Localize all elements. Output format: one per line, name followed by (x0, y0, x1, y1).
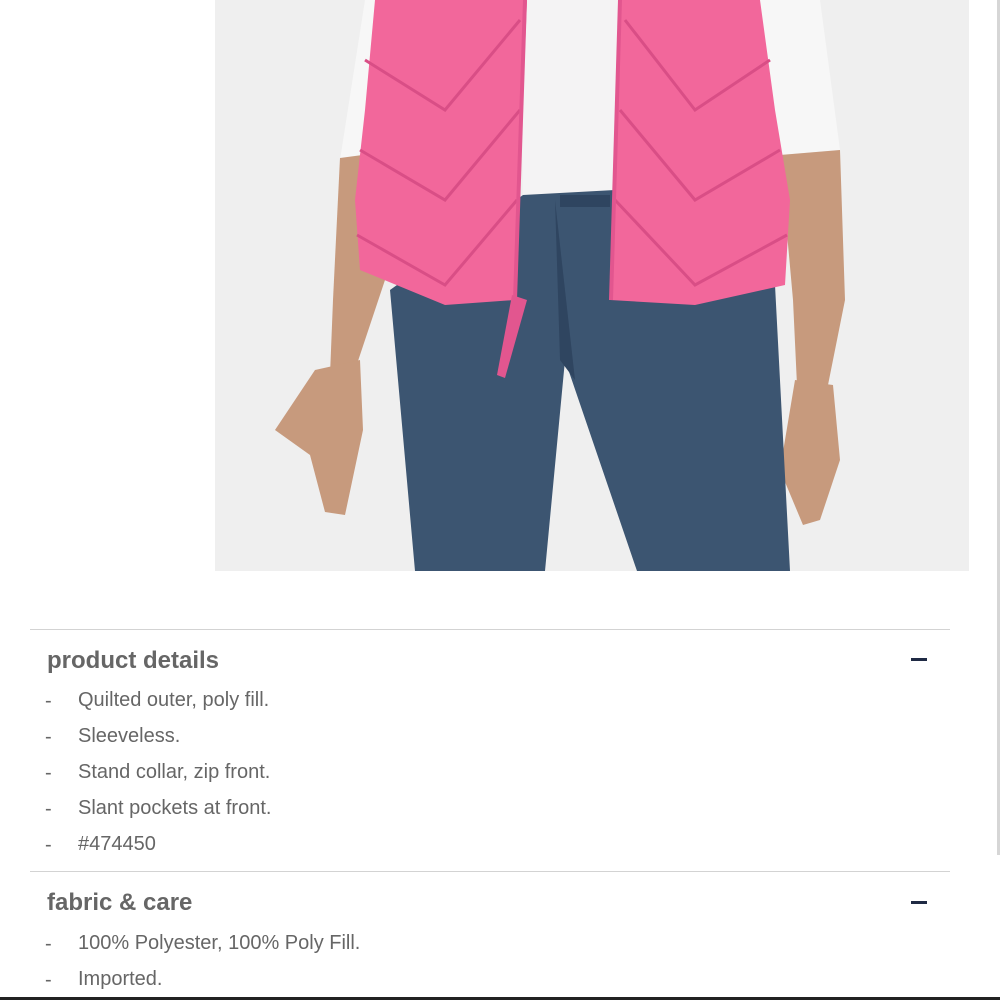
dash-bullet: - (45, 690, 52, 712)
section-divider (30, 629, 950, 630)
dash-bullet: - (45, 726, 52, 748)
list-item-text: 100% Polyester, 100% Poly Fill. (78, 932, 361, 954)
section-divider (30, 871, 950, 872)
dash-bullet: - (45, 798, 52, 820)
section-title-product-details[interactable]: product details (47, 647, 219, 675)
list-item-text: Sleeveless. (78, 725, 181, 747)
minus-icon (911, 658, 927, 661)
list-item-text: Stand collar, zip front. (78, 761, 271, 783)
dash-bullet: - (45, 762, 52, 784)
dash-bullet: - (45, 933, 52, 955)
product-page: product details - Quilted outer, poly fi… (0, 0, 1000, 1000)
list-item-text: #474450 (78, 833, 156, 855)
collapse-fabric-care-button[interactable] (905, 890, 935, 914)
product-image[interactable] (215, 0, 969, 571)
list-item-text: Imported. (78, 968, 163, 990)
section-title-fabric-care[interactable]: fabric & care (47, 889, 192, 917)
list-item-text: Quilted outer, poly fill. (78, 689, 270, 711)
dash-bullet: - (45, 969, 52, 991)
product-photo-illustration (215, 0, 969, 571)
list-item-text: Slant pockets at front. (78, 797, 272, 819)
collapse-product-details-button[interactable] (905, 647, 935, 671)
minus-icon (911, 901, 927, 904)
dash-bullet: - (45, 834, 52, 856)
